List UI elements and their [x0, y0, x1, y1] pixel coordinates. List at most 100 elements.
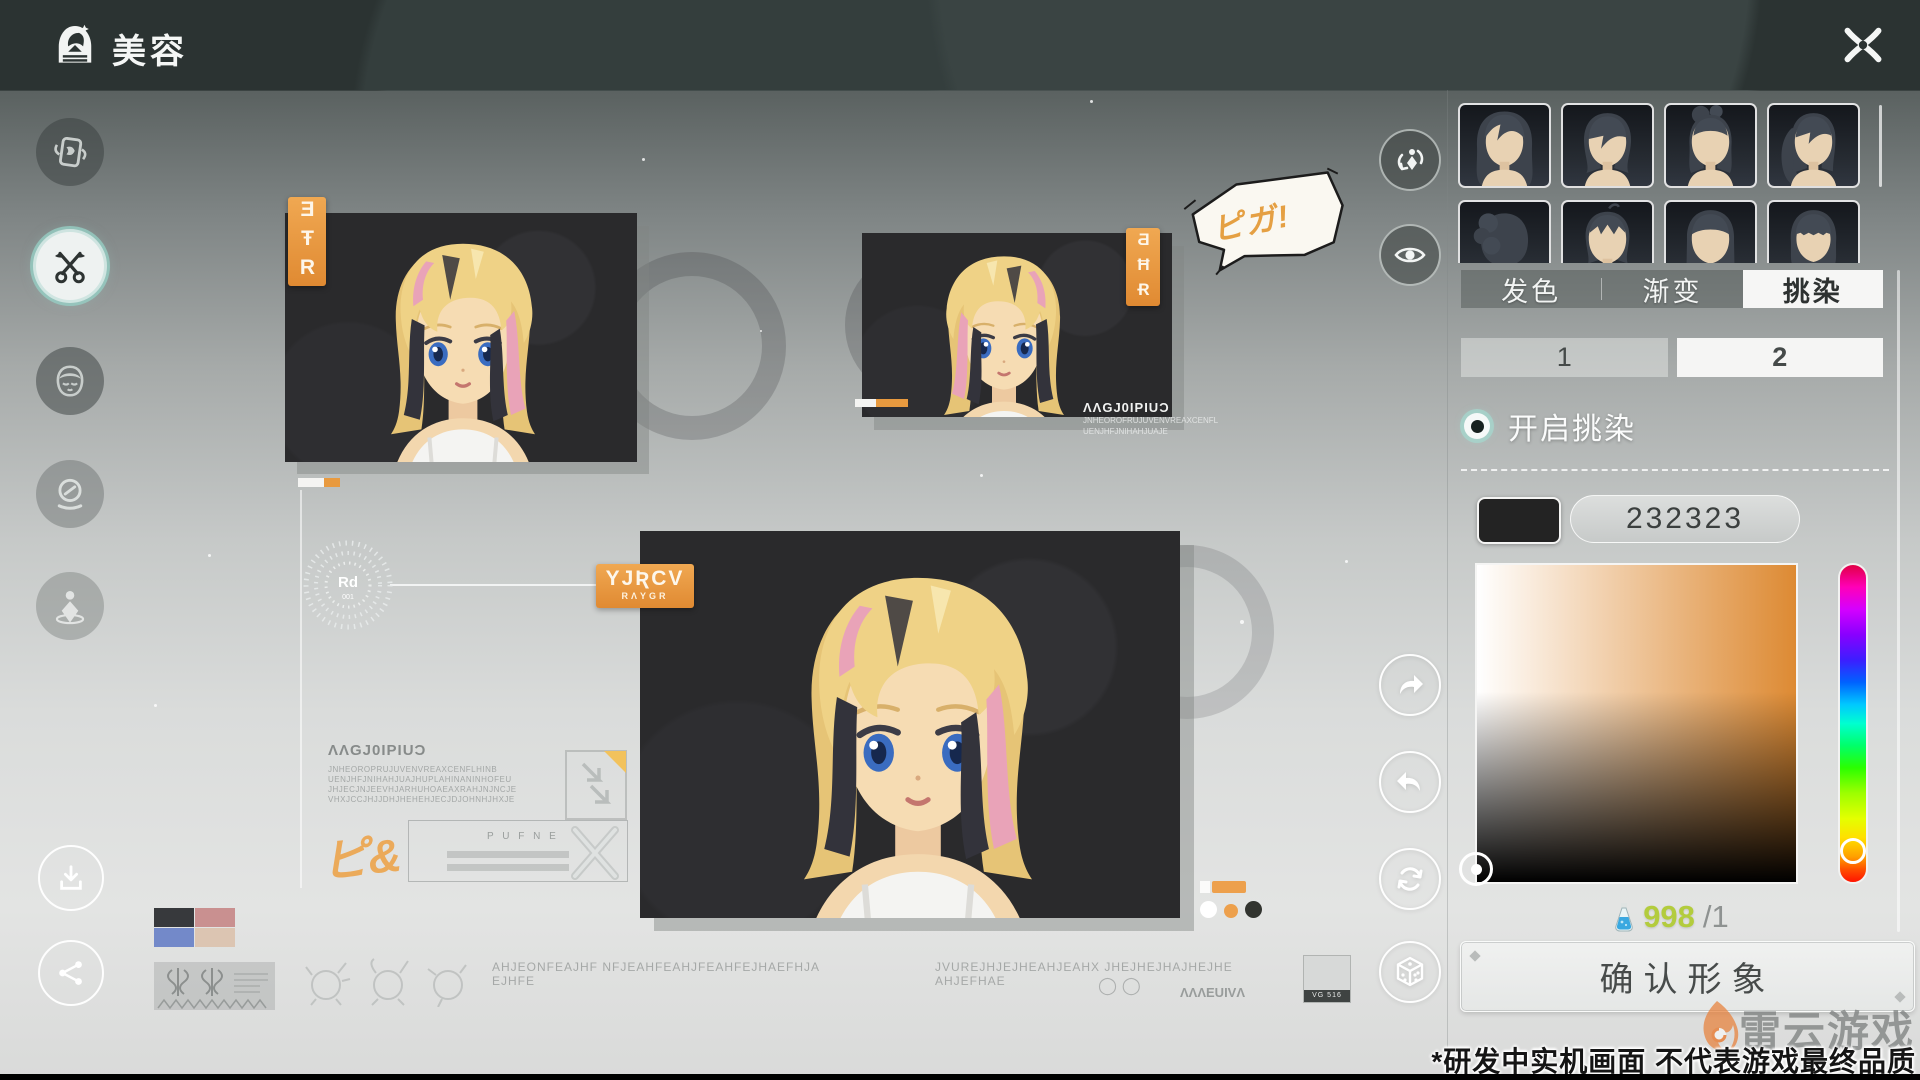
sunburst-stamp: Rd 001	[300, 537, 396, 633]
page-dot[interactable]	[1200, 901, 1217, 918]
rotate-character-button[interactable]	[1379, 129, 1441, 191]
sidebar-item-makeup[interactable]	[36, 460, 104, 528]
hairstyle-thumb-6[interactable]	[1561, 200, 1654, 263]
progress-bar	[855, 399, 908, 407]
hue-slider-handle[interactable]	[1840, 838, 1866, 864]
tab-highlight[interactable]: 挑染	[1743, 270, 1883, 308]
sparkle	[1090, 100, 1093, 103]
deco-heading: ΛΛGJ0IPIUƆ	[328, 742, 558, 759]
deco-line: JNHEOROPRUJUVENVREAXCENFLHINB	[328, 765, 558, 775]
caption-line: JNHEOROFRUJUVENVREAXCENFL	[1083, 415, 1203, 426]
hairstyle-grid	[1458, 103, 1882, 263]
hairstyle-thumb-7[interactable]	[1664, 200, 1757, 263]
undo-arrow-icon	[1394, 766, 1426, 798]
palette-swatch	[154, 908, 194, 927]
deco-line: UENJHFJNIHAHJUAJHUPLAHINANINHOFEU	[328, 775, 558, 785]
hairstyle-scissors-icon	[50, 246, 90, 286]
collapse-expand-icon[interactable]	[1838, 20, 1888, 70]
deco-glyph: ΛΛΛEUIVΛ	[1180, 985, 1245, 1000]
hairstyle-thumb-8[interactable]	[1767, 200, 1860, 263]
character-beauty-screen: 美容	[0, 0, 1920, 1080]
forward-arrow-icon	[1394, 669, 1426, 701]
highlight-slot-2[interactable]: 2	[1677, 338, 1884, 377]
sidebar-item-face[interactable]	[36, 347, 104, 415]
share-pose-button[interactable]	[1379, 654, 1441, 716]
hairstyle-thumb-2[interactable]	[1561, 103, 1654, 188]
hue-slider[interactable]	[1838, 563, 1868, 884]
deco-circles: ◯ ◯	[1098, 976, 1141, 996]
deco-line: VHXJCCJHJJDHJHEHEHJECJDJOHNHJHXJE	[328, 795, 558, 805]
preview-front	[285, 213, 637, 462]
indicator-bar	[1212, 881, 1246, 893]
hex-color-input[interactable]: 232323	[1570, 495, 1800, 543]
sv-picker-cursor[interactable]	[1459, 852, 1493, 886]
svg-text:Rd: Rd	[338, 574, 358, 591]
sparkle	[642, 158, 645, 161]
hairstyle-thumb-5[interactable]	[1458, 200, 1551, 263]
rotate-character-icon	[1393, 143, 1427, 177]
currency-capacity: /1	[1703, 899, 1729, 935]
undo-button[interactable]	[1379, 751, 1441, 813]
deco-vg-box: VG 516	[1303, 955, 1351, 1003]
preview-front-tag: ƎŦR	[288, 197, 326, 286]
hair-color-tabs: 发色 渐变 挑染	[1461, 270, 1883, 308]
hairstyle-thumb-4[interactable]	[1767, 103, 1860, 188]
sparkle	[154, 704, 157, 707]
grid-scrollbar[interactable]	[1879, 105, 1882, 187]
download-button[interactable]	[38, 845, 104, 911]
sidebar-item-style-card[interactable]	[36, 118, 104, 186]
deco-strip-text: AHJEONFEAJHF NFJEAHFEAHJFEAHFEJHAEFHJA E…	[492, 960, 862, 988]
tab-hair-color[interactable]: 发色	[1461, 270, 1601, 308]
deco-arrows	[565, 750, 629, 880]
sparkle	[980, 474, 983, 477]
main-label-line2: RΛYGR	[596, 591, 694, 601]
highlight-slot-1[interactable]: 1	[1461, 338, 1668, 377]
saturation-value-picker[interactable]	[1475, 563, 1798, 884]
radio-label: 开启挑染	[1508, 404, 1636, 448]
dice-icon	[1394, 956, 1426, 988]
side-caption: ΛΛGJ0IPIUƆ JNHEOROFRUJUVENVREAXCENFL UEN…	[1083, 400, 1203, 437]
tab-gradient[interactable]: 渐变	[1602, 270, 1742, 308]
palette-swatch	[195, 908, 235, 927]
enable-highlight-radio[interactable]: 开启挑染	[1464, 408, 1636, 444]
radio-circle[interactable]	[1464, 413, 1490, 439]
panel-scrollbar[interactable]	[1897, 270, 1900, 932]
button-corner-mark	[1469, 950, 1480, 961]
connector-line	[390, 584, 596, 586]
hairstyle-thumb-3[interactable]	[1664, 103, 1757, 188]
speech-bubble: ピガ!	[1178, 163, 1357, 287]
page-dot[interactable]	[1245, 901, 1262, 918]
deco-box-label: P U F N E	[487, 831, 559, 842]
makeup-mirror-icon	[51, 475, 89, 513]
share-button[interactable]	[38, 940, 104, 1006]
beauty-icon	[52, 22, 98, 68]
palette-swatch	[154, 928, 194, 947]
eye-icon	[1392, 237, 1428, 273]
hairstyle-thumb-1[interactable]	[1458, 103, 1551, 188]
radio-dot	[1471, 420, 1484, 433]
header-bar: 美容	[0, 0, 1920, 91]
indicator-square	[1200, 881, 1210, 893]
confirm-label: 确认形象	[1600, 952, 1776, 1001]
randomize-button[interactable]	[1379, 941, 1441, 1003]
sidebar-item-hairstyle[interactable]	[36, 232, 104, 300]
reset-cycle-icon	[1394, 863, 1426, 895]
color-palette	[154, 908, 235, 947]
toggle-ui-visibility-button[interactable]	[1379, 224, 1441, 286]
style-card-icon	[51, 133, 89, 171]
page-dot[interactable]	[1224, 904, 1238, 918]
deco-line: JHJECJNJEEVHJARHUHOAEAXRAHJNJNCJE	[328, 785, 558, 795]
currency-row: 998/1	[1451, 900, 1891, 934]
current-color-swatch[interactable]	[1477, 497, 1561, 544]
caption-heading: ΛΛGJ0IPIUƆ	[1083, 400, 1203, 415]
sidebar-item-pose[interactable]	[36, 572, 104, 640]
sparkle	[208, 554, 211, 557]
deco-orange-stamp: ピ&	[319, 819, 404, 892]
main-preview-label: YJƦCV RΛYGR	[596, 564, 694, 608]
pose-icon	[51, 587, 89, 625]
reset-button[interactable]	[1379, 848, 1441, 910]
caption-line: UENJHFJNIHAHJUAJE	[1083, 426, 1203, 437]
letterbox-bar	[0, 1074, 1920, 1080]
deco-doodles	[298, 955, 478, 1007]
section-divider	[1461, 469, 1889, 471]
